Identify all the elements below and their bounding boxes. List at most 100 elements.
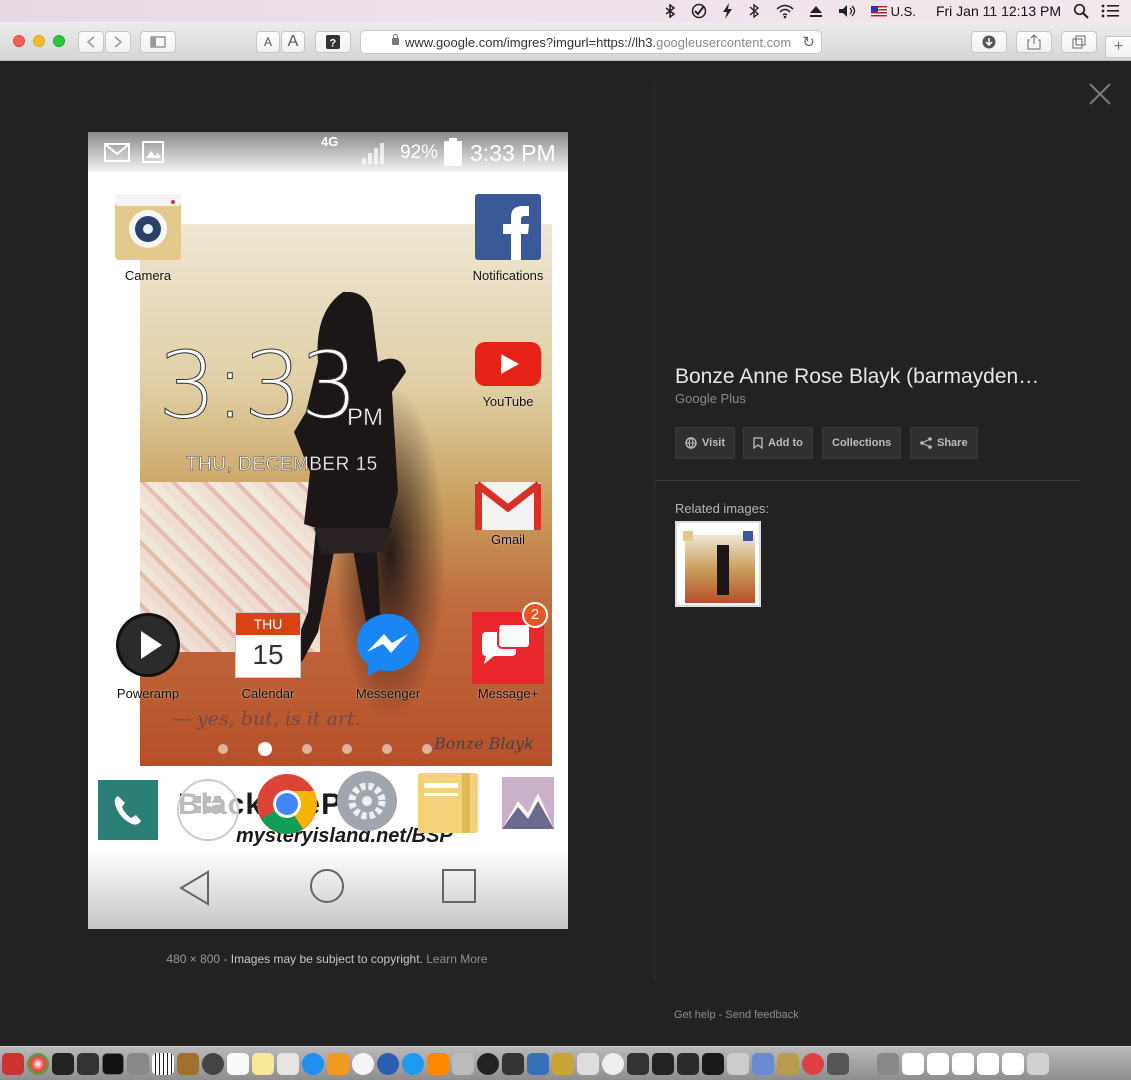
reload-icon[interactable]: ↻ <box>802 33 815 51</box>
dvd-player-icon[interactable] <box>477 1052 499 1075</box>
dock-document-icon[interactable] <box>952 1052 974 1075</box>
dock-app-icon[interactable] <box>727 1052 749 1075</box>
svg-text:?: ? <box>330 38 337 50</box>
dashboard-icon[interactable] <box>202 1052 224 1075</box>
clapper-icon[interactable] <box>702 1052 724 1075</box>
volume-icon[interactable] <box>837 3 859 19</box>
stickies-icon[interactable] <box>252 1052 274 1075</box>
downloads-button[interactable] <box>971 31 1007 53</box>
spotlight-search-icon[interactable] <box>1073 3 1089 19</box>
tabs-overview-button[interactable] <box>1061 31 1097 53</box>
learn-more-link[interactable]: Learn More <box>426 952 487 966</box>
settings-icon[interactable] <box>336 770 398 832</box>
forward-button[interactable] <box>105 31 131 53</box>
help-icon[interactable] <box>877 1052 899 1075</box>
text-smaller-button[interactable]: A <box>256 31 280 53</box>
wifi-icon[interactable] <box>775 3 795 19</box>
checkmark-circle-icon[interactable] <box>691 3 707 19</box>
bluetooth-icon[interactable] <box>747 3 761 19</box>
app-facebook-notifications[interactable]: Notifications <box>462 194 554 283</box>
dock-app-icon[interactable] <box>627 1052 649 1075</box>
system-preferences-icon[interactable] <box>127 1052 149 1075</box>
ibooks-icon[interactable] <box>327 1052 349 1075</box>
chevron-right-icon <box>114 36 123 48</box>
trash-icon[interactable] <box>1027 1052 1049 1075</box>
tabs-icon <box>1072 35 1086 49</box>
input-source-menu[interactable]: U.S. <box>870 0 916 22</box>
app-calendar[interactable]: THU 15 Calendar <box>232 612 304 701</box>
chrome-icon[interactable] <box>256 773 318 835</box>
add-to-button[interactable]: Add to <box>743 427 813 459</box>
related-image-thumbnail[interactable] <box>675 521 761 607</box>
dock-app-icon[interactable] <box>752 1052 774 1075</box>
gallery-app-icon[interactable] <box>498 773 558 833</box>
minimize-window-button[interactable] <box>33 35 45 47</box>
dock-app-icon[interactable] <box>52 1052 74 1075</box>
dock-app-icon[interactable] <box>377 1052 399 1075</box>
notification-center-icon[interactable] <box>1101 4 1119 18</box>
dock-app-icon[interactable] <box>77 1052 99 1075</box>
notes-icon[interactable] <box>227 1052 249 1075</box>
notes-app-icon[interactable] <box>418 773 478 833</box>
app-gmail[interactable]: Gmail <box>462 480 554 547</box>
get-help-link[interactable]: Get help <box>674 1009 716 1021</box>
image-title[interactable]: Bonze Anne Rose Blayk (barmayden… <box>675 365 1039 389</box>
new-tab-button[interactable]: + <box>1105 36 1131 58</box>
music-icon[interactable] <box>527 1052 549 1075</box>
app-youtube[interactable]: YouTube <box>462 342 554 409</box>
send-feedback-link[interactable]: Send feedback <box>725 1009 798 1021</box>
back-nav-icon[interactable] <box>178 870 210 906</box>
dock-app-icon[interactable] <box>502 1052 524 1075</box>
dock-app-icon[interactable] <box>827 1052 849 1075</box>
flash-icon[interactable] <box>721 3 733 19</box>
share-image-button[interactable]: Share <box>910 427 978 459</box>
address-bar[interactable]: www.google.com/imgres?imgurl=https://lh3… <box>360 30 822 54</box>
app-messenger[interactable]: Messenger <box>352 612 424 701</box>
recents-nav-icon[interactable] <box>441 868 477 904</box>
close-viewer-icon[interactable] <box>1087 81 1113 107</box>
dock-document-icon[interactable] <box>977 1052 999 1075</box>
dock-app-icon[interactable] <box>602 1052 624 1075</box>
app-drawer-icon[interactable] <box>176 778 240 842</box>
visit-button[interactable]: Visit <box>675 427 736 459</box>
dock-document-icon[interactable] <box>1002 1052 1024 1075</box>
terminal-icon[interactable] <box>102 1052 124 1075</box>
app-poweramp[interactable]: Poweramp <box>112 612 184 701</box>
back-button[interactable] <box>78 31 104 53</box>
close-window-button[interactable] <box>13 35 25 47</box>
clapper-icon[interactable] <box>677 1052 699 1075</box>
share-button[interactable] <box>1016 31 1052 53</box>
dock-document-icon[interactable] <box>902 1052 924 1075</box>
dock-app-icon[interactable] <box>552 1052 574 1075</box>
status-icons[interactable] <box>663 0 859 22</box>
dock-app-icon[interactable] <box>777 1052 799 1075</box>
bluetooth-sync-icon[interactable] <box>663 3 677 19</box>
collections-button[interactable]: Collections <box>822 427 902 459</box>
app-camera[interactable]: Camera <box>112 194 184 283</box>
dock-app-icon[interactable] <box>177 1052 199 1075</box>
dock-document-icon[interactable] <box>927 1052 949 1075</box>
extension-button[interactable]: ? <box>315 31 351 53</box>
dock-app-icon[interactable] <box>452 1052 474 1075</box>
preview-image[interactable]: 4G 92% 3:33 PM 3:33 PM THU, DECEMBER 15 … <box>88 132 568 929</box>
phone-app-icon[interactable] <box>98 780 158 840</box>
home-nav-icon[interactable] <box>309 868 345 904</box>
photos-icon[interactable] <box>27 1052 49 1075</box>
menubar-clock[interactable]: Fri Jan 11 12:13 PM <box>936 0 1061 22</box>
sidebar-button[interactable] <box>140 31 176 53</box>
eject-icon[interactable] <box>809 3 823 19</box>
zoom-window-button[interactable] <box>53 35 65 47</box>
message-badge: 2 <box>522 602 548 628</box>
phone-dock: BlackSheP mysteryisland.net/BSP <box>88 770 568 850</box>
quicktime-icon[interactable] <box>402 1052 424 1075</box>
piano-icon[interactable] <box>152 1052 174 1075</box>
itunes-icon[interactable] <box>352 1052 374 1075</box>
clapper-icon[interactable] <box>652 1052 674 1075</box>
dock-app-icon[interactable] <box>2 1052 24 1075</box>
text-larger-button[interactable]: A <box>281 31 305 53</box>
vlc-icon[interactable] <box>427 1052 449 1075</box>
dock-app-icon[interactable] <box>577 1052 599 1075</box>
preview-icon[interactable] <box>277 1052 299 1075</box>
app-store-icon[interactable] <box>302 1052 324 1075</box>
dock-app-icon[interactable] <box>802 1052 824 1075</box>
